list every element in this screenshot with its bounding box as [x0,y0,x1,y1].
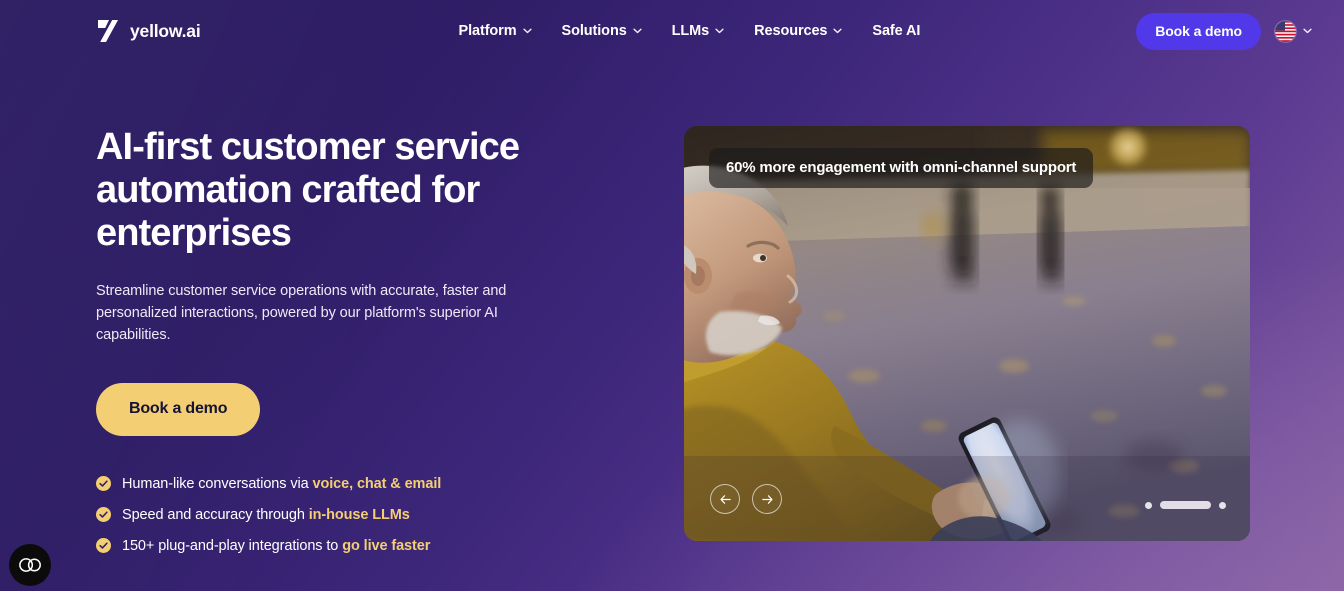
nav-item-solutions[interactable]: Solutions [562,23,642,39]
main-nav: Platform Solutions LLMs Resources Safe A… [459,23,921,39]
carousel-slide[interactable]: 60% more engagement with omni-channel su… [684,126,1250,541]
list-item-highlight: in-house LLMs [308,506,410,523]
list-item: Speed and accuracy through in-house LLMs [96,507,616,523]
arrow-left-icon [719,493,732,506]
carousel-pagination [1145,501,1226,509]
page-title: AI-first customer service automation cra… [96,126,520,255]
carousel-dot-2[interactable] [1160,501,1211,509]
header-actions: Book a demo [1136,12,1312,50]
carousel-next-button[interactable] [752,484,782,514]
slide-caption: 60% more engagement with omni-channel su… [709,148,1094,188]
list-item-label: 150+ plug-and-play integrations to go li… [122,537,431,554]
chevron-down-icon [633,28,642,34]
nav-label: Safe AI [872,23,921,39]
brand-name: yellow.ai [130,20,201,41]
hero-copy: AI-first customer service automation cra… [96,126,616,554]
page-background: yellow.ai Platform Solutions LLMs Resour… [0,0,1344,591]
hero-photo [684,126,1250,541]
nav-item-llms[interactable]: LLMs [672,23,724,39]
nav-label: LLMs [671,23,710,39]
nav-label: Solutions [561,23,627,39]
brand-logo[interactable]: yellow.ai [96,18,201,44]
site-header: yellow.ai Platform Solutions LLMs Resour… [0,0,1344,62]
accessibility-icon [19,558,41,572]
chevron-down-icon [522,28,532,34]
nav-item-resources[interactable]: Resources [754,23,843,39]
nav-item-platform[interactable]: Platform [459,23,532,39]
hero-subheading: Streamline customer service operations w… [96,283,507,343]
list-item: Human-like conversations via voice, chat… [96,476,616,492]
hero-feature-list: Human-like conversations via voice, chat… [96,476,616,554]
list-item-highlight: go live faster [342,537,431,554]
carousel-dot-3[interactable] [1219,501,1226,509]
carousel-prev-button[interactable] [710,484,740,514]
chevron-down-icon [833,28,843,34]
nav-label: Platform [458,23,517,39]
hero-media: 60% more engagement with omni-channel su… [684,126,1250,541]
yellow-ai-logo-icon [96,18,120,44]
list-item-label: Human-like conversations via voice, chat… [122,475,442,492]
us-flag-icon [1275,20,1296,42]
chevron-down-icon [715,28,724,34]
list-item-highlight: voice, chat & email [312,475,442,492]
nav-label: Resources [754,23,828,39]
arrow-right-icon [761,493,774,506]
language-selector[interactable] [1275,20,1312,42]
hero-section: AI-first customer service automation cra… [0,62,1344,591]
hero-book-demo-button[interactable]: Book a demo [96,382,261,436]
nav-item-safe-ai[interactable]: Safe AI [872,23,920,39]
accessibility-widget-button[interactable] [9,544,51,586]
header-book-demo-button[interactable]: Book a demo [1136,12,1261,50]
carousel-controls [710,484,782,514]
check-circle-icon [96,476,111,492]
carousel-dot-1[interactable] [1145,501,1152,509]
list-item: 150+ plug-and-play integrations to go li… [96,538,616,554]
check-circle-icon [96,507,111,523]
list-item-label: Speed and accuracy through in-house LLMs [122,506,410,523]
check-circle-icon [96,538,111,554]
chevron-down-icon [1303,28,1312,34]
